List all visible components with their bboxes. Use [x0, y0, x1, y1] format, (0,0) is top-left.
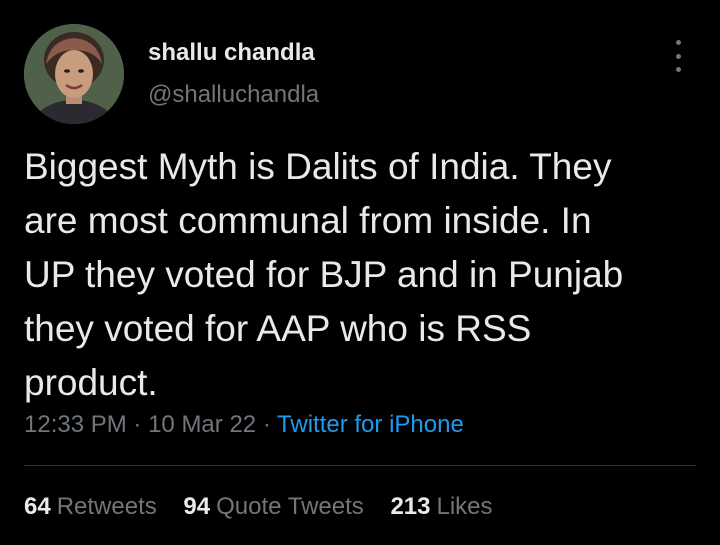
tweet-source-link[interactable]: Twitter for iPhone: [277, 411, 464, 438]
user-handle[interactable]: @shalluchandla: [148, 80, 319, 110]
tweet-meta: 12:33 PM · 10 Mar 22 · Twitter for iPhon…: [24, 408, 464, 442]
more-vertical-icon[interactable]: [666, 40, 690, 72]
retweets-count: 64: [24, 493, 51, 520]
retweets-stat[interactable]: 64 Retweets: [24, 490, 157, 524]
tweet-date[interactable]: 10 Mar 22: [148, 411, 256, 438]
meta-separator: ·: [133, 411, 142, 438]
tweet-header: shallu chandla @shalluchandla: [24, 24, 696, 124]
tweet-stats: 64 Retweets 94 Quote Tweets 213 Likes: [24, 490, 513, 524]
more-dot: [675, 40, 681, 45]
display-name[interactable]: shallu chandla: [148, 38, 319, 68]
more-dot: [675, 67, 681, 72]
likes-stat[interactable]: 213 Likes: [390, 490, 492, 524]
tweet-time[interactable]: 12:33 PM: [24, 411, 127, 438]
likes-label: Likes: [436, 493, 493, 520]
divider: [24, 465, 696, 466]
likes-count: 213: [390, 493, 431, 520]
avatar[interactable]: [24, 24, 124, 124]
retweets-label: Retweets: [56, 493, 157, 520]
quote-tweets-stat[interactable]: 94 Quote Tweets: [183, 490, 363, 524]
more-dot: [675, 53, 681, 59]
quote-tweets-count: 94: [183, 493, 211, 520]
tweet-text: Biggest Myth is Dalits of India. They ar…: [24, 146, 624, 403]
meta-separator: ·: [262, 411, 271, 438]
quote-tweets-label: Quote Tweets: [216, 493, 364, 520]
user-names: shallu chandla @shalluchandla: [148, 38, 319, 110]
